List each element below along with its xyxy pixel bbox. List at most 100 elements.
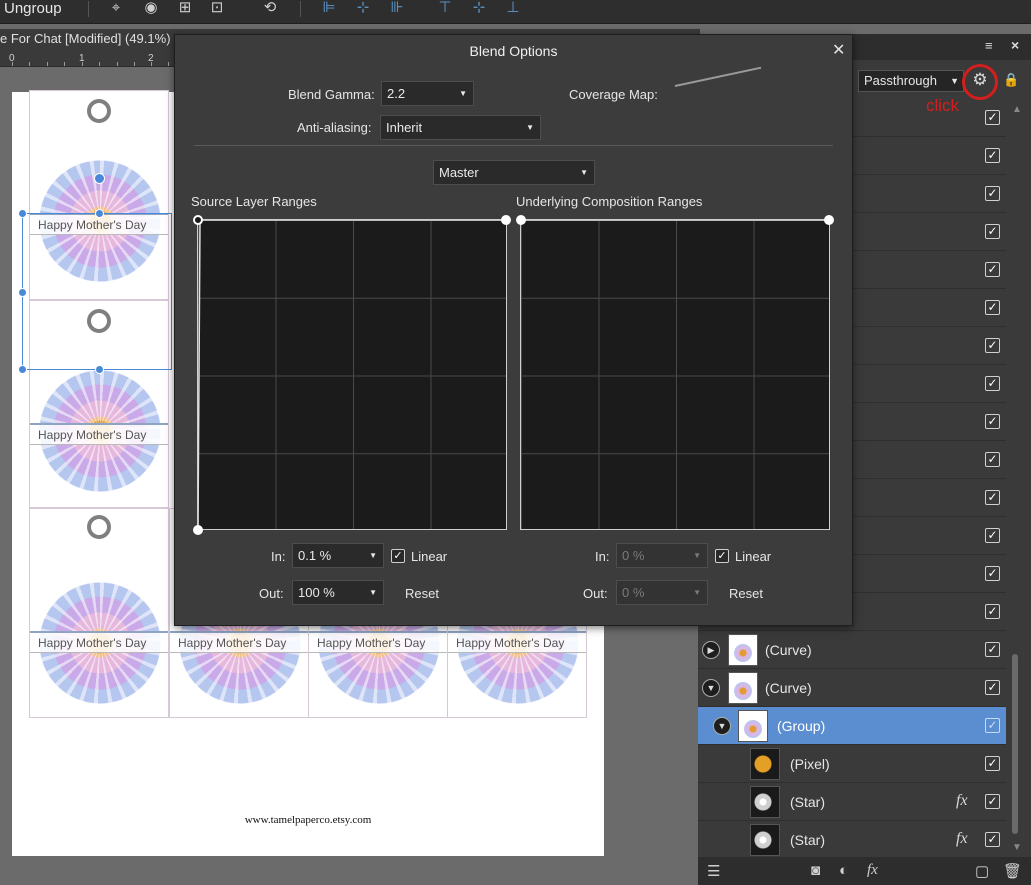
mask-icon[interactable]: ◙	[811, 862, 820, 879]
source-linear-label: Linear	[411, 549, 448, 564]
align-bottom-icon[interactable]: ⊥	[504, 0, 522, 16]
tag-text: Happy Mother's Day	[38, 428, 147, 442]
visibility-checkbox[interactable]: ✓	[985, 262, 1000, 277]
visibility-checkbox[interactable]: ✓	[985, 376, 1000, 391]
layer-name: (Pixel)	[790, 756, 830, 772]
selection-box[interactable]	[22, 213, 172, 370]
toolbar-separator	[300, 1, 301, 17]
tag-text: Happy Mother's Day	[38, 636, 147, 650]
visibility-checkbox[interactable]: ✓	[985, 338, 1000, 353]
dialog-title: Blend Options	[469, 43, 558, 59]
ungroup-button[interactable]: Ungroup	[4, 0, 62, 17]
layer-row[interactable]: (Pixel) ✓	[698, 745, 1006, 783]
rotation-handle[interactable]	[94, 173, 105, 184]
align-right-icon[interactable]: ⊪	[388, 0, 406, 16]
layer-name: (Star)	[790, 794, 825, 810]
visibility-checkbox[interactable]: ✓	[985, 110, 1000, 125]
underlying-linear-checkbox[interactable]: ✓	[715, 549, 729, 563]
eye-icon[interactable]: ◉	[142, 0, 160, 16]
source-reset-button[interactable]: Reset	[405, 586, 439, 601]
layer-row-selected[interactable]: ▼ (Group) ✓	[698, 707, 1006, 745]
layer-row[interactable]: (Star) fx ✓	[698, 821, 1006, 859]
selection-handle[interactable]	[18, 288, 27, 297]
underlying-out-field[interactable]: 0 % ▼	[616, 580, 708, 605]
range-point[interactable]	[193, 525, 203, 535]
visibility-checkbox[interactable]: ✓	[985, 832, 1000, 847]
visibility-checkbox[interactable]: ✓	[985, 604, 1000, 619]
source-linear-checkbox[interactable]: ✓	[391, 549, 405, 563]
scroll-down-icon[interactable]: ▼	[1012, 842, 1022, 853]
scrollbar[interactable]	[1012, 654, 1018, 834]
layers-icon[interactable]: ☰	[707, 862, 720, 880]
visibility-checkbox[interactable]: ✓	[985, 452, 1000, 467]
visibility-checkbox[interactable]: ✓	[985, 794, 1000, 809]
layer-thumbnail	[750, 824, 780, 856]
align-top-icon[interactable]: ⊤	[436, 0, 454, 16]
lock-icon[interactable]: 🔒	[1003, 72, 1019, 88]
align-left-icon[interactable]: ⊫	[320, 0, 338, 16]
blend-gamma-value: 2.2	[387, 86, 406, 101]
fx-icon[interactable]: fx	[956, 830, 968, 848]
anti-aliasing-dropdown[interactable]: Inherit ▼	[380, 115, 541, 140]
adjustment-icon[interactable]: ◐	[839, 862, 848, 879]
underlying-ranges-label: Underlying Composition Ranges	[516, 194, 703, 209]
visibility-checkbox[interactable]: ✓	[985, 718, 1000, 733]
channel-dropdown[interactable]: Master ▼	[433, 160, 595, 185]
toolbar-separator	[88, 1, 89, 17]
underlying-linear-label: Linear	[735, 549, 772, 564]
panel-close-icon[interactable]: ×	[1011, 37, 1019, 53]
layer-thumbnail	[728, 672, 758, 704]
trash-icon[interactable]: 🗑	[1003, 862, 1022, 880]
visibility-checkbox[interactable]: ✓	[985, 414, 1000, 429]
transform-icon[interactable]: ⊡	[208, 0, 226, 16]
align-center-icon[interactable]: ⊹	[354, 0, 372, 16]
layer-row[interactable]: ▶ (Curve) ✓	[698, 631, 1006, 669]
range-point[interactable]	[501, 215, 511, 225]
blend-mode-dropdown[interactable]: Passthrough ▼	[858, 70, 964, 92]
visibility-checkbox[interactable]: ✓	[985, 224, 1000, 239]
expand-icon[interactable]: ▶	[702, 641, 720, 659]
close-icon[interactable]: ✕	[832, 40, 845, 60]
collapse-icon[interactable]: ▼	[702, 679, 720, 697]
app-window: Ungroup ⌖ ◉ ⊞ ⊡ ⟲ ⊫ ⊹ ⊪ ⊤ ⊹ ⊥ e For Chat…	[0, 0, 1031, 885]
align-middle-icon[interactable]: ⊹	[470, 0, 488, 16]
panel-menu-icon[interactable]: ≡	[985, 38, 993, 53]
selection-handle[interactable]	[18, 209, 27, 218]
scroll-up-icon[interactable]: ▲	[1012, 104, 1022, 115]
range-point[interactable]	[516, 215, 526, 225]
layer-row[interactable]: (Star) fx ✓	[698, 783, 1006, 821]
visibility-checkbox[interactable]: ✓	[985, 680, 1000, 695]
visibility-checkbox[interactable]: ✓	[985, 300, 1000, 315]
visibility-checkbox[interactable]: ✓	[985, 186, 1000, 201]
rotate-icon[interactable]: ⟲	[261, 0, 279, 16]
underlying-in-field[interactable]: 0 % ▼	[616, 543, 708, 568]
visibility-checkbox[interactable]: ✓	[985, 566, 1000, 581]
visibility-checkbox[interactable]: ✓	[985, 756, 1000, 771]
flip-icon[interactable]: ⊞	[176, 0, 194, 16]
tag-text: Happy Mother's Day	[178, 636, 287, 650]
crosshair-icon[interactable]: ⌖	[107, 0, 125, 16]
visibility-checkbox[interactable]: ✓	[985, 490, 1000, 505]
collapse-icon[interactable]: ▼	[713, 717, 731, 735]
selection-handle[interactable]	[95, 209, 104, 218]
visibility-checkbox[interactable]: ✓	[985, 148, 1000, 163]
coverage-map-curve[interactable]	[674, 66, 762, 87]
selection-handle[interactable]	[18, 365, 27, 374]
underlying-ranges-graph[interactable]	[516, 215, 834, 530]
fx-icon[interactable]: fx	[956, 792, 968, 810]
visibility-checkbox[interactable]: ✓	[985, 528, 1000, 543]
source-ranges-graph[interactable]	[193, 215, 511, 535]
gift-tag[interactable]: Happy Mother's Day	[29, 508, 169, 718]
fx-icon[interactable]: fx	[867, 862, 878, 879]
source-out-field[interactable]: 100 % ▼	[292, 580, 384, 605]
new-layer-icon[interactable]: ▢	[975, 862, 989, 880]
tag-banner: Happy Mother's Day	[309, 631, 447, 653]
blend-gamma-dropdown[interactable]: 2.2 ▼	[381, 81, 474, 106]
layer-row[interactable]: ▼ (Curve) ✓	[698, 669, 1006, 707]
source-in-field[interactable]: 0.1 % ▼	[292, 543, 384, 568]
range-point[interactable]	[824, 215, 834, 225]
visibility-checkbox[interactable]: ✓	[985, 642, 1000, 657]
selection-handle[interactable]	[95, 365, 104, 374]
underlying-reset-button[interactable]: Reset	[729, 586, 763, 601]
range-point[interactable]	[193, 215, 203, 225]
